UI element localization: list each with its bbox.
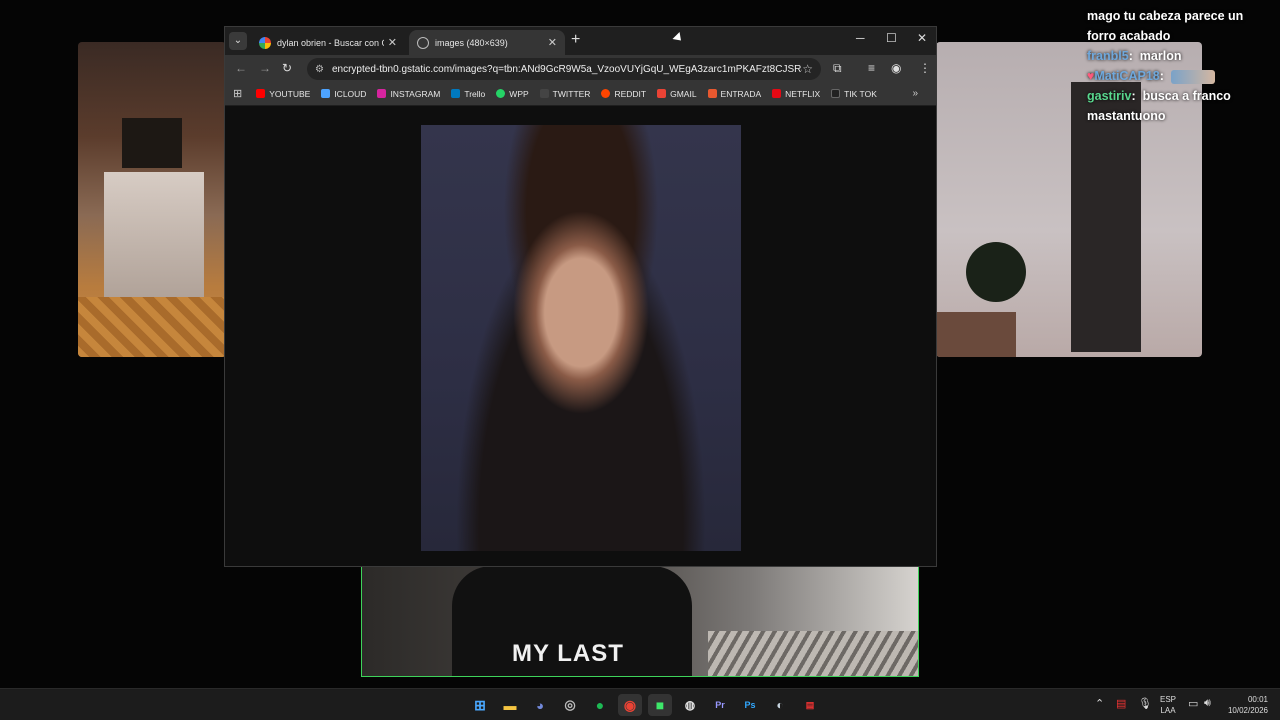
chat-line: mago tu cabeza parece un: [1087, 9, 1244, 23]
webcam-left: [78, 42, 226, 357]
link-icon: [707, 89, 717, 98]
photoshop-icon[interactable]: Ps: [738, 694, 762, 716]
bookmark-youtube[interactable]: YOUTUBE: [256, 89, 310, 99]
media-controls-icon[interactable]: ≡: [868, 61, 875, 75]
webcam-bottom: MY LAST: [361, 566, 919, 677]
tiktok-icon: [831, 89, 841, 98]
system-clock[interactable]: 00:01 10/02/2026: [1224, 694, 1268, 716]
instagram-icon: [377, 89, 387, 98]
kick-icon[interactable]: ■: [648, 694, 672, 716]
kitchen-window: [122, 118, 182, 168]
spotify-icon[interactable]: ●: [588, 694, 612, 716]
start-button-icon[interactable]: ⊞: [468, 694, 492, 716]
bookmark-reddit[interactable]: REDDIT: [601, 89, 646, 99]
mouse-cursor-icon: [672, 31, 685, 45]
chat-line: forro acabado: [1087, 29, 1171, 43]
tab-images-active[interactable]: images (480×639) ✕: [409, 30, 565, 55]
premiere-icon[interactable]: Pr: [708, 694, 732, 716]
tray-app-icon[interactable]: ▤: [1116, 697, 1126, 710]
chat-username: franbl5: [1087, 49, 1129, 63]
tab-search-button[interactable]: ⌄: [229, 32, 247, 50]
tab-close-icon[interactable]: ✕: [548, 36, 557, 49]
bed-sheets: [708, 631, 918, 676]
tab-strip: ⌄ dylan obrien - Buscar con Goog ✕ image…: [225, 27, 936, 55]
chat-username: MatiCAP18: [1094, 69, 1160, 83]
bookmark-gmail[interactable]: GMAIL: [657, 89, 697, 99]
site-info-icon[interactable]: ⚙: [315, 64, 324, 75]
extensions-icon[interactable]: ⧉: [833, 61, 842, 76]
reddit-icon: [601, 89, 611, 98]
maximize-button[interactable]: ☐: [886, 31, 897, 45]
apps-grid-icon[interactable]: ⊞: [233, 87, 242, 100]
desktop: MY LAST mago tu cabeza parece un forro a…: [0, 0, 1280, 720]
trello-icon: [451, 89, 461, 98]
portrait-photo[interactable]: [421, 125, 741, 551]
tab-google-search[interactable]: dylan obrien - Buscar con Goog ✕: [251, 30, 405, 55]
gmail-icon: [657, 89, 667, 98]
globe-favicon-icon: [417, 36, 429, 49]
menu-kebab-icon[interactable]: ⋮: [919, 61, 931, 75]
bookmark-entrada[interactable]: ENTRADA: [707, 89, 761, 99]
x-icon: [539, 89, 549, 98]
windows-taskbar: ⊞ ▬ ◕ ◎ ● ◉ ■ ◍ Pr Ps ◐ ▤ ⌃ ▤ 🎙︎ ESP LAA…: [0, 688, 1280, 720]
app-icon[interactable]: ◍: [678, 694, 702, 716]
cloud-icon: [321, 89, 331, 98]
bookmark-instagram[interactable]: INSTAGRAM: [377, 89, 440, 99]
parquet-floor: [78, 297, 226, 357]
file-explorer-icon[interactable]: ▬: [498, 694, 522, 716]
minimize-button[interactable]: ─: [856, 31, 865, 45]
chat-line: mastantuono: [1087, 109, 1166, 123]
voicemeeter-icon[interactable]: ▤: [798, 694, 822, 716]
chrome-window: ⌄ dylan obrien - Buscar con Goog ✕ image…: [224, 26, 937, 567]
bookmark-wpp[interactable]: WPP: [496, 89, 529, 99]
forward-button[interactable]: →: [259, 61, 271, 75]
tab-close-icon[interactable]: ✕: [388, 36, 397, 49]
input-language[interactable]: ESP LAA: [1160, 694, 1176, 716]
microphone-icon[interactable]: 🎙︎: [1138, 697, 1152, 710]
youtube-icon: [256, 89, 266, 98]
chat-line: franbl5: marlon: [1087, 49, 1182, 63]
network-icon[interactable]: ▭: [1188, 697, 1198, 710]
bookmark-trello[interactable]: Trello: [451, 89, 485, 99]
obs-icon[interactable]: ◎: [558, 694, 582, 716]
chat-line: gastiriv: busca a franco: [1087, 89, 1231, 103]
bookmark-tiktok[interactable]: TIK TOK: [831, 89, 877, 99]
browser-toolbar: ← → ↻ ⚙ encrypted-tbn0.gstatic.com/image…: [225, 55, 936, 82]
house-plant: [966, 242, 1026, 302]
tray-overflow-icon[interactable]: ⌃: [1095, 697, 1104, 710]
room-table: [936, 312, 1016, 357]
new-tab-button[interactable]: +: [571, 31, 580, 49]
whatsapp-icon: [496, 89, 506, 98]
bookmark-star-icon[interactable]: ☆: [802, 62, 813, 76]
back-button[interactable]: ←: [235, 61, 247, 75]
reload-button[interactable]: ↻: [282, 61, 292, 75]
chat-emote-image: [1170, 69, 1215, 84]
chat-username: gastiriv: [1087, 89, 1132, 103]
image-viewer: [225, 107, 936, 566]
google-favicon-icon: [259, 36, 271, 49]
url-text[interactable]: encrypted-tbn0.gstatic.com/images?q=tbn:…: [332, 64, 802, 75]
bookmarks-overflow-icon[interactable]: »: [912, 88, 918, 99]
bookmark-twitter[interactable]: TWITTER: [539, 89, 590, 99]
discord-icon[interactable]: ◕: [528, 694, 552, 716]
bookmark-netflix[interactable]: NETFLIX: [772, 89, 820, 99]
bookmark-icloud[interactable]: ICLOUD: [321, 89, 366, 99]
volume-icon[interactable]: 🔊︎: [1204, 697, 1211, 710]
bookmarks-bar: ⊞ YOUTUBE ICLOUD INSTAGRAM Trello WPP TW…: [225, 82, 936, 106]
steam-icon[interactable]: ◐: [768, 694, 792, 716]
stream-chat: mago tu cabeza parece un forro acabado f…: [1087, 6, 1277, 126]
taskbar-apps: ⊞ ▬ ◕ ◎ ● ◉ ■ ◍ Pr Ps ◐ ▤: [468, 694, 822, 716]
shirt-print: MY LAST: [512, 640, 624, 667]
profile-avatar-icon[interactable]: ◉: [891, 61, 901, 75]
close-window-button[interactable]: ✕: [917, 31, 927, 45]
chat-line: ♥MatiCAP18:: [1087, 66, 1277, 86]
netflix-icon: [772, 89, 782, 98]
chrome-icon[interactable]: ◉: [618, 694, 642, 716]
address-bar[interactable]: ⚙ encrypted-tbn0.gstatic.com/images?q=tb…: [307, 58, 821, 80]
